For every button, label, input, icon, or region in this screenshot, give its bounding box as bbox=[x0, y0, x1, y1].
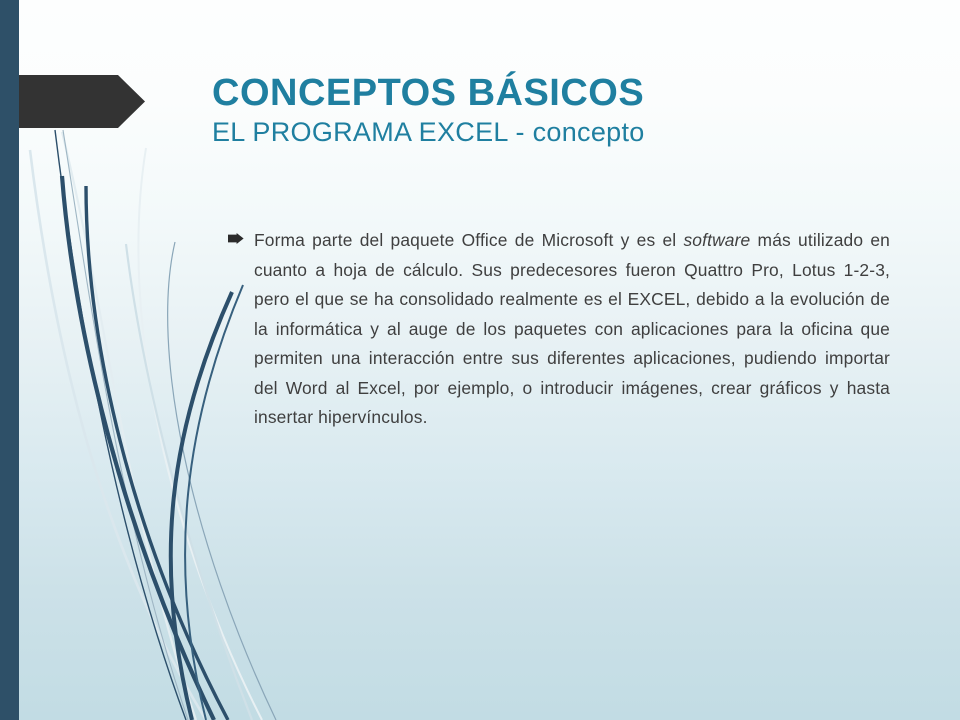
body-content: Forma parte del paquete Office de Micros… bbox=[228, 226, 890, 433]
title-block: CONCEPTOS BÁSICOS EL PROGRAMA EXCEL - co… bbox=[212, 74, 932, 146]
page-title: CONCEPTOS BÁSICOS bbox=[212, 72, 645, 114]
list-item: Forma parte del paquete Office de Micros… bbox=[228, 226, 890, 433]
bullet-text-italic-software: software bbox=[683, 230, 751, 250]
bullet-text-part-1: Forma parte del paquete Office de Micros… bbox=[254, 230, 684, 250]
bullet-text-part-2: más utilizado en cuanto a hoja de cálcul… bbox=[254, 230, 890, 427]
slide-canvas: CONCEPTOS BÁSICOS EL PROGRAMA EXCEL - co… bbox=[0, 0, 960, 720]
pennant-arrow-bullet-icon bbox=[228, 233, 244, 244]
dark-arrow-banner bbox=[0, 75, 145, 128]
left-accent-bar bbox=[0, 0, 19, 720]
page-subtitle: EL PROGRAMA EXCEL - concepto bbox=[212, 117, 645, 147]
bullet-paragraph: Forma parte del paquete Office de Micros… bbox=[254, 226, 890, 433]
